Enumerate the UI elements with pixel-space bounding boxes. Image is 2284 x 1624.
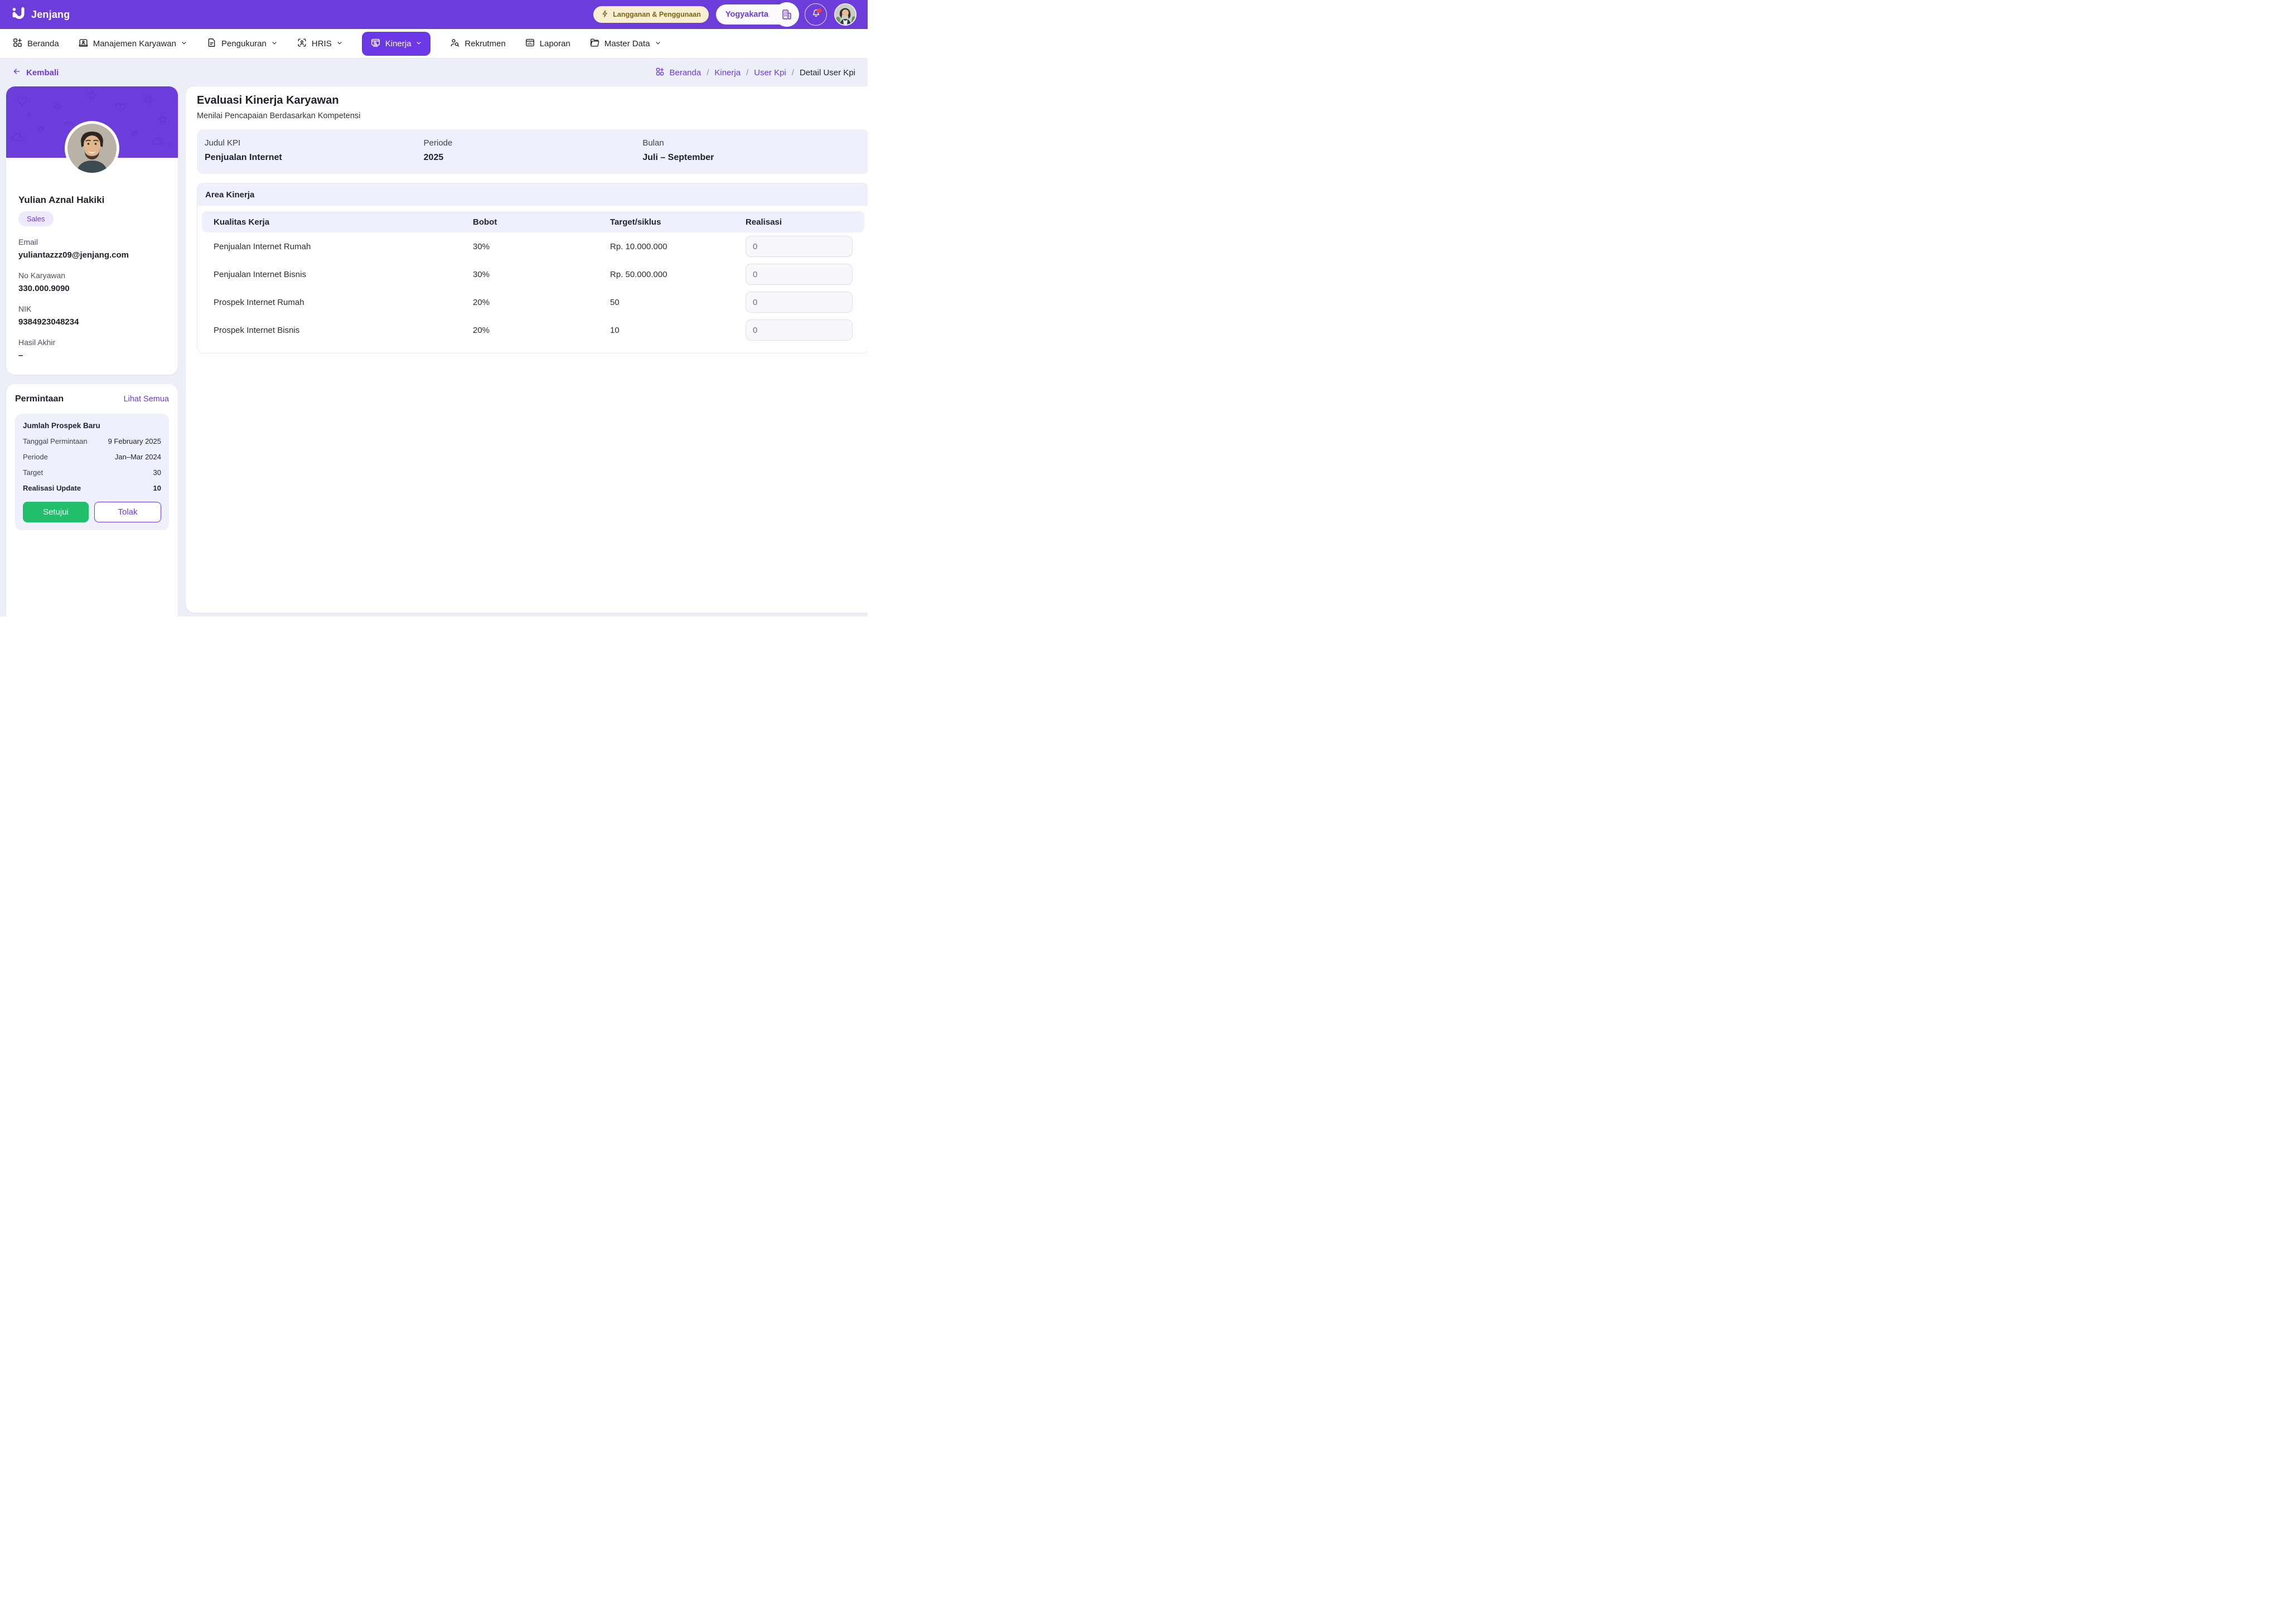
person-search-icon [449,37,460,50]
realization-input[interactable] [746,319,853,341]
breadcrumb-item-current: Detail User Kpi [800,68,855,77]
requests-card: Permintaan Lihat Semua Jumlah Prospek Ba… [6,384,178,617]
month-label: Bulan [642,138,862,148]
breadcrumb-item-user-kpi[interactable]: User Kpi [754,68,786,77]
realization-input[interactable] [746,236,853,257]
nav-item-beranda[interactable]: Beranda [12,37,59,50]
main-navigation: Beranda Manajemen Karyawan [0,29,868,59]
employee-name: Yulian Aznal Hakiki [18,195,166,206]
back-button[interactable]: Kembali [12,67,59,78]
building-icon [775,2,799,27]
final-result-value: – [18,351,166,360]
chevron-down-icon [336,39,343,49]
request-item: Jumlah Prospek Baru Tanggal Permintaan 9… [15,414,169,530]
performance-area-title: Area Kinerja [197,183,868,206]
chevron-down-icon [181,39,187,49]
category-icon [655,67,665,79]
page: Jenjang Langganan & Penggunaan Yogyakart… [0,0,868,617]
nik-label: NIK [18,304,166,313]
breadcrumb-item-kinerja[interactable]: Kinerja [714,68,741,77]
employee-no-value: 330.000.9090 [18,284,166,293]
kpi-info-strip: Judul KPI Penjualan Internet Periode 202… [197,129,868,174]
page-title: Evaluasi Kinerja Karyawan [197,94,868,107]
evaluation-card: Evaluasi Kinerja Karyawan Menilai Pencap… [186,86,868,613]
nav-item-master-data[interactable]: Master Data [589,37,661,50]
request-row: Realisasi Update 10 [23,484,161,492]
breadcrumb-separator: / [707,68,709,77]
back-arrow-icon [12,67,21,78]
table-row: Penjualan Internet Bisnis 30% Rp. 50.000… [202,260,864,288]
report-icon [525,37,535,50]
breadcrumb-row: Kembali Beranda / Kinerja / User Kpi / D… [0,59,868,86]
chevron-down-icon [415,39,422,49]
chevron-down-icon [271,39,278,49]
location-label: Yogyakarta [725,10,768,19]
request-row: Periode Jan–Mar 2024 [23,453,161,461]
employee-card-icon [78,37,89,50]
period-value: 2025 [424,153,643,163]
location-selector[interactable]: Yogyakarta [716,4,797,25]
page-subtitle: Menilai Pencapaian Berdasarkan Kompetens… [197,112,868,120]
notifications-button[interactable] [805,3,827,26]
breadcrumb-separator: / [792,68,794,77]
breadcrumb-item-beranda[interactable]: Beranda [655,67,701,79]
col-weight: Bobot [473,217,610,227]
breadcrumb: Beranda / Kinerja / User Kpi / Detail Us… [655,67,855,79]
kpi-title-value: Penjualan Internet [205,153,424,163]
performance-area-section: Area Kinerja Kualitas Kerja Bobot Target… [197,183,868,353]
user-avatar[interactable] [834,3,856,26]
request-row: Tanggal Permintaan 9 February 2025 [23,437,161,445]
nav-item-laporan[interactable]: Laporan [525,37,570,50]
chevron-down-icon [655,39,661,49]
table-row: Penjualan Internet Rumah 30% Rp. 10.000.… [202,232,864,260]
breadcrumb-separator: / [746,68,748,77]
role-badge: Sales [18,211,54,226]
requests-title: Permintaan [15,394,64,404]
brand[interactable]: Jenjang [11,6,70,23]
table-row: Prospek Internet Bisnis 20% 10 [202,316,864,344]
col-activity: Kualitas Kerja [214,217,473,227]
brand-name: Jenjang [31,9,70,21]
notification-dot [817,8,821,13]
nik-value: 9384923048234 [18,317,166,327]
nav-item-manajemen-karyawan[interactable]: Manajemen Karyawan [78,37,187,50]
nav-item-hris[interactable]: HRIS [297,37,343,50]
folder-icon [589,37,600,50]
request-item-title: Jumlah Prospek Baru [23,421,161,430]
final-result-label: Hasil Akhir [18,338,166,347]
table-header: Kualitas Kerja Bobot Target/siklus Reali… [202,211,864,232]
jenjang-logo-icon [11,6,26,23]
table-row: Prospek Internet Rumah 20% 50 [202,288,864,316]
realization-input[interactable] [746,292,853,313]
reject-button[interactable]: Tolak [94,502,161,522]
approve-button[interactable]: Setujui [23,502,89,522]
nav-item-pengukuran[interactable]: Pengukuran [206,37,278,50]
subscription-label: Langganan & Penggunaan [613,11,701,18]
month-value: Juli – September [642,153,862,163]
kpi-title-label: Judul KPI [205,138,424,148]
person-scan-icon [297,37,307,50]
subscription-pill[interactable]: Langganan & Penggunaan [593,6,709,23]
col-realization: Realisasi [746,217,853,227]
email-label: Email [18,237,166,246]
employee-profile-card: Yulian Aznal Hakiki Sales Email yulianta… [6,86,178,375]
email-value: yuliantazzz09@jenjang.com [18,250,166,260]
profile-photo [65,121,119,176]
col-target: Target/siklus [610,217,746,227]
document-icon [206,37,217,50]
performance-icon [370,37,381,50]
nav-item-rekrutmen[interactable]: Rekrutmen [449,37,505,50]
realization-input[interactable] [746,264,853,285]
lightning-icon [601,9,609,20]
view-all-link[interactable]: Lihat Semua [124,395,169,404]
employee-no-label: No Karyawan [18,271,166,280]
top-bar: Jenjang Langganan & Penggunaan Yogyakart… [0,0,868,29]
category-icon [12,37,23,50]
request-row: Target 30 [23,468,161,477]
nav-item-kinerja[interactable]: Kinerja [362,32,431,56]
period-label: Periode [424,138,643,148]
